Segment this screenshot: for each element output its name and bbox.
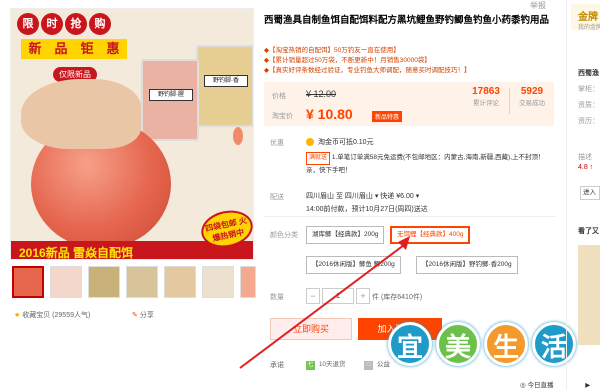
stat-divider — [509, 88, 510, 114]
color-label: 颜色分类 — [270, 232, 298, 239]
return-policy-label: 10天退货 — [318, 361, 346, 368]
thumbnail-item[interactable] — [50, 266, 82, 298]
shipping-time: 14:00前付款，预计10月27日(周四)送达 — [306, 206, 428, 213]
quantity-label: 数量 — [270, 294, 284, 301]
share-label: 分享 — [139, 312, 154, 319]
shipping-selector[interactable]: 四川眉山 至 四川眉山 ▾ 快递 ¥6.00 ▾ — [306, 191, 419, 201]
subtitle-line: ◆【真实好评条数经过验证，专业钓鱼大师调配，随意买时调配技巧！】 — [264, 67, 471, 74]
sku-option[interactable]: 湖库鲫【经典款】200g — [306, 226, 385, 244]
star-icon: ★ — [14, 312, 21, 319]
thumbnail-item[interactable] — [240, 266, 256, 298]
more-link[interactable]: ▶ — [585, 382, 590, 389]
banner-char: 惠 — [99, 39, 127, 59]
recommended-item-image[interactable] — [578, 245, 600, 345]
promo-price: ¥ 10.80 — [306, 106, 353, 122]
shop-row: 掌柜： — [578, 86, 599, 93]
return-policy[interactable]: 七 10天退货 — [306, 358, 346, 370]
divider — [264, 216, 556, 217]
banner-char: 钜 — [73, 39, 101, 59]
bait-pack: 野钓脚·腥 — [141, 59, 199, 141]
watermark-char: 宜 — [388, 322, 432, 366]
banner-char: 购 — [89, 13, 111, 35]
subtitle-line: ◆【淘宝热销的自配饵】50万钓友一直在使用】 — [264, 47, 400, 54]
bait-pack: 野钓脚·香 — [196, 45, 253, 127]
see-more-heading: 看了又 — [578, 228, 599, 235]
thumbnail-item[interactable] — [126, 266, 158, 298]
shop-badge: 金牌 — [578, 12, 598, 23]
hook-bait-image — [233, 127, 243, 145]
price-box: 价格 ¥ 12.00 淘宝价 ¥ 10.80 新品特惠 17863 累计评论 5… — [264, 82, 554, 126]
review-count-stat[interactable]: 17863 累计评论 — [466, 86, 506, 107]
promotion-info: 满就送 1.单笔订单满58元免运费(不包邮地区：内蒙古,海南,新疆,西藏),上不… — [306, 152, 546, 176]
return-icon: 七 — [306, 361, 315, 370]
shop-name[interactable]: 西蜀渔 — [578, 68, 599, 78]
favorite-label: 收藏宝贝 (29559人气) — [22, 312, 91, 319]
benefit-label: 优惠 — [270, 140, 284, 147]
thumbnail-item[interactable] — [202, 266, 234, 298]
coin-icon — [306, 138, 314, 147]
sales-count-label: 交易成功 — [519, 100, 545, 107]
stock-info: 件 (库存6410件) — [372, 294, 423, 301]
main-product-image[interactable]: 限 时 抢 购 新 品 钜 惠 仅限新品 野钓脚·香 野钓脚·腥 2016新品 … — [10, 8, 254, 260]
product-title: 西蜀渔具自制鱼饵自配饵料配方黑坑鲤鱼野钓鲫鱼钓鱼小药黍钓用品 — [264, 15, 550, 26]
sales-count-stat: 5929 交易成功 — [512, 86, 552, 107]
buy-now-button[interactable]: 立即购买 — [270, 318, 352, 340]
coin-text: 淘金币可抵0.10元 — [317, 139, 374, 146]
shop-row: 描述 — [578, 154, 592, 161]
watermark-char: 生 — [484, 322, 528, 366]
original-price: ¥ 12.00 — [306, 89, 337, 99]
pack-label: 野钓脚·腥 — [149, 89, 193, 101]
promotion-tag: 满就送 — [306, 152, 331, 165]
pack-label: 野钓脚·香 — [204, 75, 248, 87]
shop-row: 资质： — [578, 102, 599, 109]
charity-icon: □ — [364, 361, 373, 370]
shipping-label: 配送 — [270, 194, 284, 201]
share-button[interactable]: ✎ 分享 — [132, 310, 154, 320]
sales-count: 5929 — [520, 86, 544, 97]
banner-char: 新 — [21, 39, 49, 59]
promotion-text: 1.单笔订单满58元免运费(不包邮地区：内蒙古,海南,新疆,西藏),上不封顶！亲… — [306, 154, 545, 174]
favorite-button[interactable]: ★ 收藏宝贝 (29559人气) — [14, 310, 90, 320]
watermark: 宜 美 生 活 — [388, 322, 588, 384]
thumbnail-strip — [12, 266, 256, 300]
shop-rating: 4.8 ↑ — [578, 164, 594, 171]
footer-bar: ◎ 今日直播 ▶ — [520, 379, 590, 389]
thumbnail-item[interactable] — [12, 266, 44, 298]
shop-badge-sub: 我的金牌 — [578, 25, 600, 31]
taobao-coin-info: 淘金币可抵0.10元 — [306, 137, 374, 147]
hand-image — [21, 79, 141, 149]
product-subtitle: ◆【淘宝热销的自配饵】50万钓友一直在使用】 ◆【累计销量超过50万袋，不断更新… — [264, 46, 564, 76]
commitment-label: 承诺 — [270, 362, 284, 369]
banner-char: 抢 — [65, 13, 87, 35]
sku-option-selected[interactable]: 无饵鲤【经典款】400g — [390, 226, 471, 244]
subtitle-line: ◆【累计销量超过50万袋，不断更新中！月销售30000袋】 — [264, 57, 431, 64]
sku-option[interactable]: 【2016休闲版】鲫鱼 鲫200g — [306, 256, 401, 274]
report-link[interactable]: 举报 — [530, 0, 546, 11]
charity-info[interactable]: □ 公益 — [364, 358, 390, 370]
quantity-increase-button[interactable]: + — [356, 288, 370, 304]
enter-shop-button[interactable]: 进入 — [580, 186, 600, 200]
thumbnail-item[interactable] — [88, 266, 120, 298]
share-icon: ✎ — [132, 312, 138, 319]
promo-price-label: 淘宝价 — [272, 113, 293, 120]
live-link[interactable]: ◎ 今日直播 — [520, 382, 553, 389]
quantity-decrease-button[interactable]: − — [306, 288, 320, 304]
shop-row: 资历： — [578, 118, 599, 125]
banner-char: 限 — [17, 13, 39, 35]
promo-price-tag: 新品特惠 — [372, 111, 403, 122]
image-bottom-text: 2016新品 雷焱自配饵 — [19, 246, 134, 260]
sku-option[interactable]: 【2016休闲版】野钓鲫·香200g — [416, 256, 518, 274]
review-count: 17863 — [472, 86, 500, 97]
review-count-label: 累计评论 — [473, 100, 499, 107]
banner-char: 品 — [47, 39, 75, 59]
thumbnail-item[interactable] — [164, 266, 196, 298]
watermark-char: 美 — [436, 322, 480, 366]
banner-char: 时 — [41, 13, 63, 35]
price-label: 价格 — [272, 93, 286, 100]
quantity-input[interactable]: 1 — [322, 288, 354, 304]
